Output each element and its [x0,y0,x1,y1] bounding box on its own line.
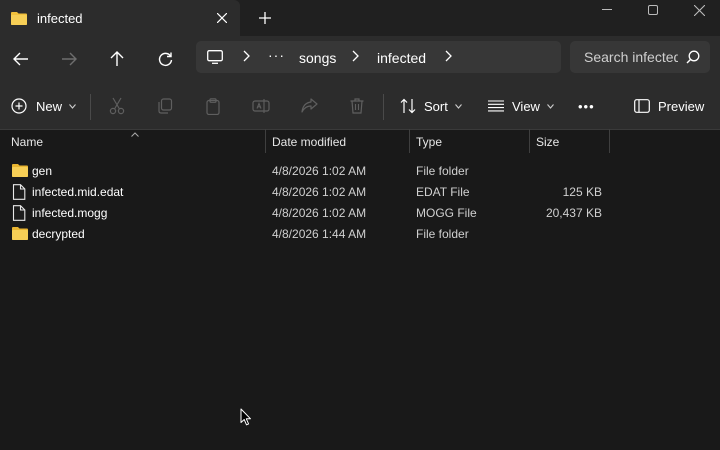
share-icon[interactable] [299,96,319,116]
search-input[interactable] [570,41,678,73]
rename-icon[interactable] [251,96,271,116]
file-size: 20,437 KB [545,206,602,220]
column-divider[interactable] [529,129,530,153]
file-type: MOGG File [416,206,477,220]
chevron-right-icon[interactable] [242,50,250,65]
file-name: gen [32,164,53,178]
more-options-button[interactable]: ••• [578,92,595,120]
column-date-label: Date modified [272,135,347,149]
file-row[interactable]: decrypted 4/8/2026 1:44 AM File folder [0,223,720,244]
folder-icon [12,226,28,243]
column-divider[interactable] [609,129,610,153]
file-date: 4/8/2026 1:02 AM [272,185,367,199]
file-type: EDAT File [416,185,470,199]
file-row[interactable]: infected.mogg 4/8/2026 1:02 AM MOGG File… [0,202,720,223]
file-name: decrypted [32,227,85,241]
folder-icon [11,11,27,28]
column-header-size[interactable]: Size [536,128,609,155]
column-type-label: Type [416,135,443,149]
forward-button[interactable] [53,43,85,75]
search-box[interactable] [570,41,710,73]
file-row[interactable]: gen 4/8/2026 1:02 AM File folder [0,160,720,181]
chevron-right-icon[interactable] [444,50,452,65]
preview-label: Preview [658,98,705,114]
column-header-type[interactable]: Type [416,128,529,155]
close-tab-icon[interactable] [212,8,232,28]
column-divider[interactable] [409,129,410,153]
new-button[interactable]: New [11,92,76,120]
toolbar-divider [90,94,91,120]
file-row[interactable]: infected.mid.edat 4/8/2026 1:02 AM EDAT … [0,181,720,202]
sort-label: Sort [424,98,448,114]
back-button[interactable] [5,43,37,75]
address-row: ··· songs infected [0,36,720,82]
cut-icon[interactable] [107,96,127,116]
file-date: 4/8/2026 1:44 AM [272,227,367,241]
column-header-date[interactable]: Date modified [272,128,409,155]
column-name-label: Name [11,135,44,149]
plus-circle-icon [11,98,27,114]
chevron-down-icon [69,103,76,109]
breadcrumb-infected[interactable]: infected [377,50,426,66]
paste-icon[interactable] [203,96,223,116]
chevron-right-icon[interactable] [351,50,359,65]
file-type: File folder [416,164,469,178]
chevron-down-icon [454,103,462,109]
sort-button[interactable]: Sort [400,92,462,120]
folder-icon [12,163,28,180]
new-tab-button[interactable] [255,8,275,28]
address-bar[interactable]: ··· songs infected [196,41,561,73]
preview-pane-icon [634,99,650,113]
search-icon[interactable] [686,50,700,67]
copy-icon[interactable] [155,96,175,116]
minimize-button[interactable] [584,0,630,20]
column-header-name[interactable]: Name [11,128,265,155]
close-window-button[interactable] [676,0,720,20]
sort-icon [400,98,416,114]
up-button[interactable] [101,43,133,75]
view-button[interactable]: View [488,92,554,120]
breadcrumb-overflow[interactable]: ··· [268,47,285,63]
refresh-button[interactable] [149,43,181,75]
delete-icon[interactable] [347,96,367,116]
new-label: New [36,98,63,114]
preview-button[interactable]: Preview [634,92,704,120]
view-lines-icon [488,100,504,112]
file-date: 4/8/2026 1:02 AM [272,206,367,220]
tab-infected[interactable]: infected [0,0,240,36]
file-type: File folder [416,227,469,241]
file-icon [12,205,26,224]
tab-title: infected [37,11,83,26]
file-icon [12,184,26,203]
command-bar: New Sort View ••• Preview [0,82,720,130]
title-bar: infected [0,0,720,36]
this-pc-icon[interactable] [207,50,223,67]
file-name: infected.mogg [32,206,108,220]
chevron-down-icon [547,103,554,109]
column-size-label: Size [536,135,560,149]
column-divider[interactable] [265,129,266,153]
view-label: View [512,98,540,114]
maximize-button[interactable] [630,0,676,20]
file-name: infected.mid.edat [32,185,124,199]
breadcrumb-songs[interactable]: songs [299,50,336,66]
file-date: 4/8/2026 1:02 AM [272,164,367,178]
toolbar-divider [383,94,384,120]
file-size: 125 KB [562,185,602,199]
mouse-cursor-icon [240,408,252,429]
